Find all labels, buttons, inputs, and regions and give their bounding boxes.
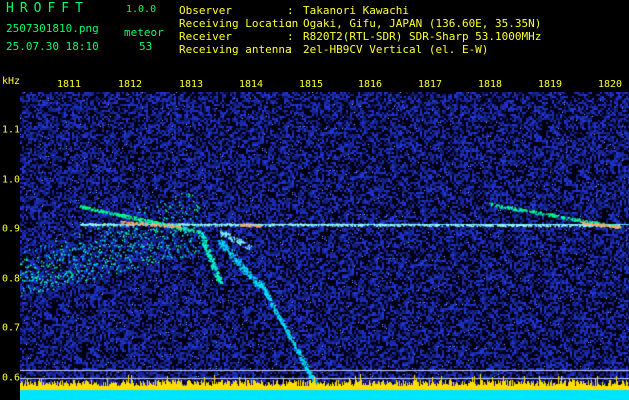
info-row-observer: Observer : Takanori Kawachi <box>179 4 541 17</box>
file-name: 2507301810.png <box>6 22 99 35</box>
freq-tick-label: 0.6 <box>2 372 21 384</box>
spectrogram-canvas <box>20 92 629 400</box>
time-tick-label: 1819 <box>537 79 563 90</box>
freq-tick-label: 0.8 <box>2 273 21 285</box>
freq-tick-label: 1.0 <box>2 174 21 186</box>
time-tick-label: 1814 <box>238 79 264 90</box>
info-label: Observer <box>179 4 232 17</box>
app-version: 1.0.0 <box>126 4 157 15</box>
time-tick-label: 1817 <box>417 79 443 90</box>
time-tick-label: 1812 <box>117 79 143 90</box>
freq-tick-label: 0.9 <box>2 223 21 235</box>
time-tick-label: 1813 <box>178 79 204 90</box>
station-info: Observer : Takanori Kawachi Receiving Lo… <box>179 4 541 56</box>
freq-unit-label: kHz <box>2 76 21 87</box>
info-row-location: Receiving Location : Ogaki, Gifu, JAPAN … <box>179 17 541 30</box>
freq-tick-label: 1.1 <box>2 124 21 136</box>
info-separator: : <box>287 4 294 17</box>
info-separator: : <box>287 43 294 56</box>
time-tick-label: 1820 <box>597 79 623 90</box>
date-time: 25.07.30 18:10 <box>6 40 99 53</box>
time-tick-label: 1818 <box>477 79 503 90</box>
info-value: R820T2(RTL-SDR) SDR-Sharp 53.1000MHz <box>303 30 542 43</box>
info-row-receiver: Receiver : R820T2(RTL-SDR) SDR-Sharp 53.… <box>179 30 541 43</box>
info-label: Receiving antenna <box>179 43 292 56</box>
time-tick-label: 1816 <box>357 79 383 90</box>
info-value: Ogaki, Gifu, JAPAN (136.60E, 35.35N) <box>303 17 542 30</box>
time-tick-label: 1815 <box>298 79 324 90</box>
info-row-antenna: Receiving antenna : 2el-HB9CV Vertical (… <box>179 43 541 56</box>
info-separator: : <box>287 17 294 30</box>
time-tick-label: 1811 <box>56 79 82 90</box>
app-title: HROFFT <box>6 1 89 16</box>
mode-label: meteor <box>124 26 164 39</box>
freq-tick-label: 0.7 <box>2 322 21 334</box>
meteor-count: 53 <box>139 40 153 53</box>
info-value: Takanori Kawachi <box>303 4 409 17</box>
info-separator: : <box>287 30 294 43</box>
info-label: Receiving Location <box>179 17 299 30</box>
hrofft-window: HROFFT 1.0.0 2507301810.png meteor 25.07… <box>0 0 629 400</box>
info-value: 2el-HB9CV Vertical (el. E-W) <box>303 43 489 56</box>
info-label: Receiver <box>179 30 232 43</box>
